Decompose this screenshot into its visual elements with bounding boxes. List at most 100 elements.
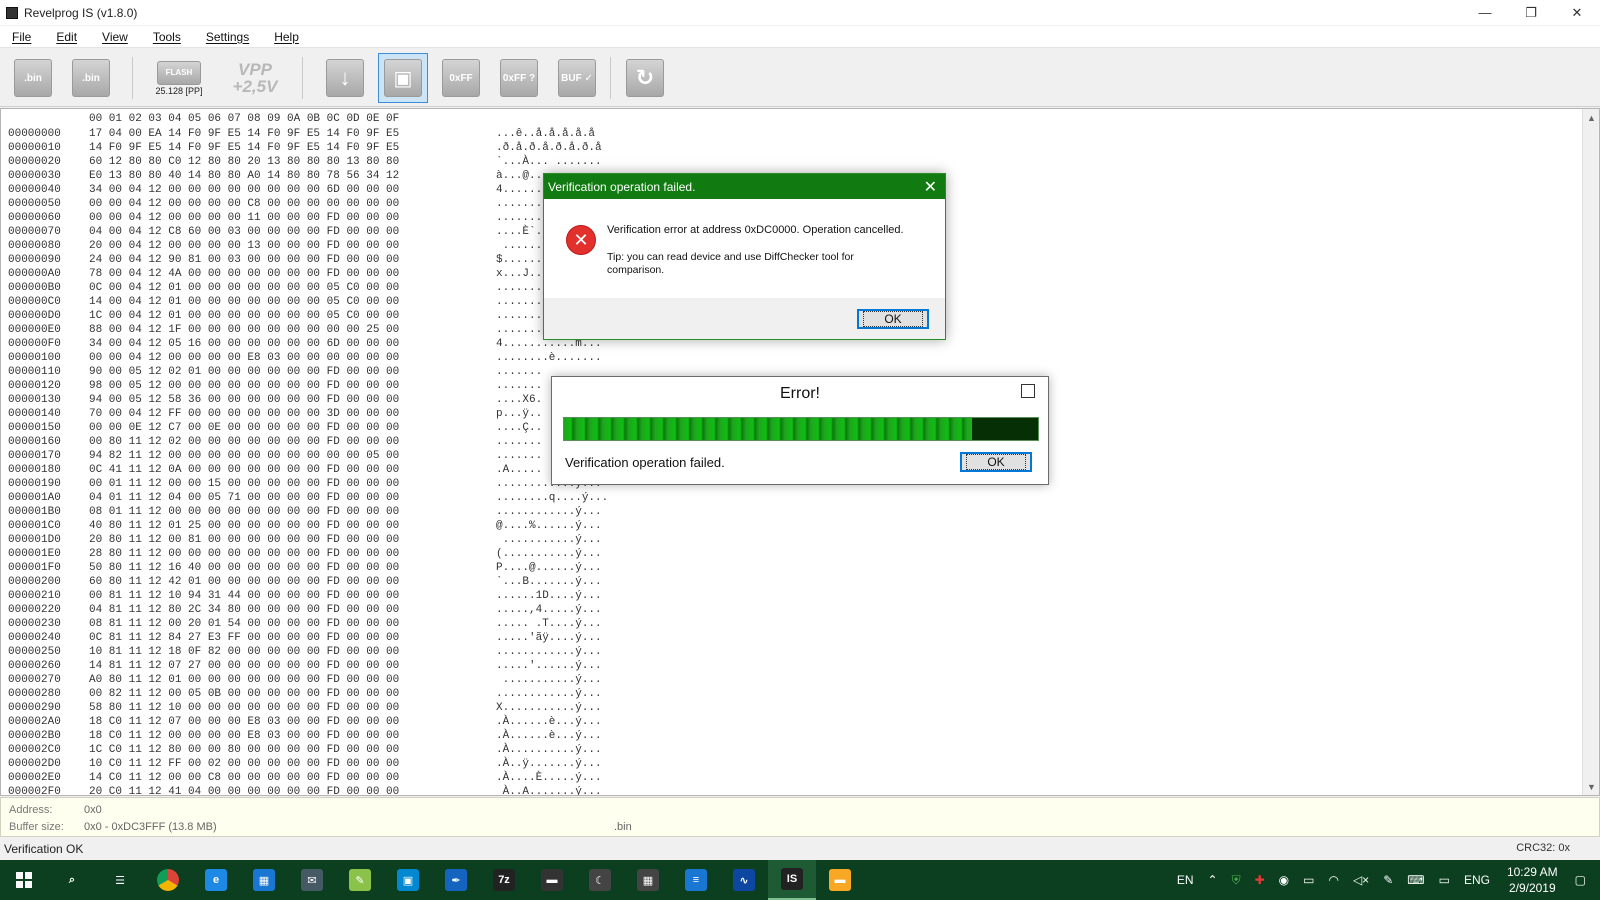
hex-row[interactable]: 00000210 00 81 11 12 10 94 31 44 00 00 00… <box>8 589 636 603</box>
close-on-finish-checkbox[interactable] <box>1021 384 1035 398</box>
write-chip-button[interactable]: ▣ <box>378 53 428 103</box>
hex-row[interactable]: 00000280 00 82 11 12 00 05 0B 00 00 00 00… <box>8 687 636 701</box>
hex-row[interactable]: 000002B0 18 C0 11 12 00 00 00 00 E8 03 00… <box>8 729 636 743</box>
menu-settings[interactable]: Settings <box>202 30 253 44</box>
chip-select-button[interactable]: FLASH 25.128 [PP] <box>148 53 210 103</box>
hex-row[interactable]: 000002A0 18 C0 11 12 07 00 00 00 E8 03 00… <box>8 715 636 729</box>
display-icon[interactable]: ▭ <box>1439 873 1450 887</box>
hex-row[interactable]: 00000220 04 81 11 12 80 2C 34 80 00 00 00… <box>8 603 636 617</box>
notifications-icon[interactable]: ▢ <box>1575 873 1586 887</box>
taskbar-app[interactable] <box>144 860 192 900</box>
error-ok-button[interactable]: OK <box>960 452 1032 472</box>
wifi-icon[interactable]: ◠ <box>1328 873 1338 887</box>
hex-row[interactable]: 000002C0 1C C0 11 12 80 00 00 80 00 00 00… <box>8 743 636 757</box>
hex-row[interactable]: 000001F0 50 80 11 12 16 40 00 00 00 00 00… <box>8 561 636 575</box>
hex-row[interactable]: 00000250 10 81 11 12 18 0F 82 00 00 00 00… <box>8 645 636 659</box>
network-app-icon[interactable]: ◉ <box>1279 873 1289 887</box>
hex-row[interactable]: 00000000 17 04 00 EA 14 F0 9F E5 14 F0 9F… <box>8 127 636 141</box>
start-button[interactable] <box>0 860 48 900</box>
hex-row[interactable]: 00000230 08 81 11 12 00 20 01 54 00 00 00… <box>8 617 636 631</box>
hex-row[interactable]: 000002F0 20 C0 11 12 41 04 00 00 00 00 00… <box>8 785 636 795</box>
menu-edit[interactable]: Edit <box>52 30 81 44</box>
hex-row[interactable]: 00000270 A0 80 11 12 01 00 00 00 00 00 00… <box>8 673 636 687</box>
verify-button[interactable]: BUF ✓ <box>552 53 602 103</box>
hex-row[interactable]: 00000070 04 00 04 12 C8 60 00 03 00 00 00… <box>8 225 636 239</box>
hex-row[interactable]: 000002E0 14 C0 11 12 00 00 C8 00 00 00 00… <box>8 771 636 785</box>
hex-row[interactable]: 000002D0 10 C0 11 12 FF 00 02 00 00 00 00… <box>8 757 636 771</box>
taskbar-app[interactable]: ✉ <box>288 860 336 900</box>
convert-button[interactable]: ↻ <box>620 53 670 103</box>
hex-row[interactable]: 00000040 34 00 04 12 00 00 00 00 00 00 00… <box>8 183 636 197</box>
hex-row[interactable]: 00000240 0C 81 11 12 84 27 E3 FF 00 00 00… <box>8 631 636 645</box>
hex-row[interactable]: 000001A0 04 01 11 12 04 00 05 71 00 00 00… <box>8 491 636 505</box>
hex-row[interactable]: 000000F0 34 00 04 12 05 16 00 00 00 00 00… <box>8 337 636 351</box>
hex-row[interactable]: 000001E0 28 80 11 12 00 00 00 00 00 00 00… <box>8 547 636 561</box>
erase-chip-button[interactable]: 0xFF <box>436 53 486 103</box>
hex-row[interactable]: 000000E0 88 00 04 12 1F 00 00 00 00 00 00… <box>8 323 636 337</box>
hex-row[interactable]: 00000030 E0 13 80 80 40 14 80 80 A0 14 80… <box>8 169 636 183</box>
menu-tools[interactable]: Tools <box>149 30 185 44</box>
hex-row[interactable]: 00000260 14 81 11 12 07 27 00 00 00 00 00… <box>8 659 636 673</box>
battery-icon[interactable]: ▭ <box>1303 873 1314 887</box>
hex-row[interactable]: 00000090 24 00 04 12 90 81 00 03 00 00 00… <box>8 253 636 267</box>
speaker-muted-icon[interactable]: ◁× <box>1353 873 1369 887</box>
save-file-button[interactable]: .bin <box>66 53 116 103</box>
clock[interactable]: 10:29 AM 2/9/2019 <box>1507 864 1558 896</box>
taskbar-app[interactable]: IS <box>768 860 816 900</box>
open-file-button[interactable]: .bin <box>8 53 58 103</box>
taskbar-app[interactable]: ☾ <box>576 860 624 900</box>
taskbar-app[interactable]: ✒ <box>432 860 480 900</box>
hex-row[interactable]: 00000080 20 00 04 12 00 00 00 00 13 00 00… <box>8 239 636 253</box>
hex-row[interactable]: 00000050 00 00 04 12 00 00 00 00 C8 00 00… <box>8 197 636 211</box>
tray-chevron-icon[interactable]: ⌃ <box>1208 873 1218 887</box>
taskbar-app[interactable]: ∿ <box>720 860 768 900</box>
shield-icon[interactable]: ⛨ <box>1232 873 1241 888</box>
hex-row[interactable]: 00000100 00 00 04 12 00 00 00 00 E8 03 00… <box>8 351 636 365</box>
hex-row[interactable]: 00000150 00 00 0E 12 C7 00 0E 00 00 00 00… <box>8 421 636 435</box>
restore-button[interactable]: ❐ <box>1508 0 1554 25</box>
lang-indicator[interactable]: ENG <box>1464 873 1490 887</box>
hex-row[interactable]: 00000140 70 00 04 12 FF 00 00 00 00 00 00… <box>8 407 636 421</box>
hex-row[interactable]: 00000200 60 80 11 12 42 01 00 00 00 00 00… <box>8 575 636 589</box>
taskbar-app[interactable]: 7z <box>480 860 528 900</box>
vpp-voltage-button[interactable]: VPP +2,5V <box>222 53 288 103</box>
taskbar-app[interactable]: ▬ <box>528 860 576 900</box>
hex-row[interactable]: 00000290 58 80 11 12 10 00 00 00 00 00 00… <box>8 701 636 715</box>
lang-short[interactable]: EN <box>1177 873 1194 887</box>
hex-row[interactable]: 000000C0 14 00 04 12 01 00 00 00 00 00 00… <box>8 295 636 309</box>
minimize-button[interactable]: — <box>1462 0 1508 25</box>
taskbar-app[interactable]: ▬ <box>816 860 864 900</box>
hex-row[interactable]: 000001D0 20 80 11 12 00 81 00 00 00 00 00… <box>8 533 636 547</box>
taskbar-app[interactable]: e <box>192 860 240 900</box>
hex-row[interactable]: 00000130 94 00 05 12 58 36 00 00 00 00 00… <box>8 393 636 407</box>
dialog-ok-button[interactable]: OK <box>857 309 929 329</box>
menu-help[interactable]: Help <box>270 30 303 44</box>
hex-row[interactable]: 00000110 90 00 05 12 02 01 00 00 00 00 00… <box>8 365 636 379</box>
read-chip-button[interactable]: ↓ <box>320 53 370 103</box>
hex-row[interactable]: 00000120 98 00 05 12 00 00 00 00 00 00 00… <box>8 379 636 393</box>
menu-view[interactable]: View <box>98 30 132 44</box>
vertical-scrollbar[interactable]: ▲ ▼ <box>1582 109 1599 795</box>
hex-row[interactable]: 00000020 60 12 80 80 C0 12 80 80 20 13 80… <box>8 155 636 169</box>
blank-check-button[interactable]: 0xFF ? <box>494 53 544 103</box>
scroll-down-icon[interactable]: ▼ <box>1583 778 1599 795</box>
taskbar-app[interactable]: ☰ <box>96 860 144 900</box>
hex-row[interactable]: 00000010 14 F0 9F E5 14 F0 9F E5 14 F0 9F… <box>8 141 636 155</box>
keyboard-icon[interactable]: ⌨ <box>1407 873 1424 887</box>
hex-row[interactable]: 000001B0 08 01 11 12 00 00 00 00 00 00 00… <box>8 505 636 519</box>
hex-row[interactable]: 00000170 94 82 11 12 00 00 00 00 00 00 00… <box>8 449 636 463</box>
hex-row[interactable]: 000001C0 40 80 11 12 01 25 00 00 00 00 00… <box>8 519 636 533</box>
hex-row[interactable]: 000000A0 78 00 04 12 4A 00 00 00 00 00 00… <box>8 267 636 281</box>
taskbar-app[interactable]: ▦ <box>240 860 288 900</box>
taskbar-app[interactable]: ✎ <box>336 860 384 900</box>
taskbar-app[interactable]: ≡ <box>672 860 720 900</box>
pen-workspace-icon[interactable]: ✎ <box>1383 873 1393 887</box>
taskbar-app[interactable]: ▦ <box>624 860 672 900</box>
scroll-up-icon[interactable]: ▲ <box>1583 109 1599 126</box>
hex-row[interactable]: 00000190 00 01 11 12 00 00 15 00 00 00 00… <box>8 477 636 491</box>
taskbar-app[interactable]: ▣ <box>384 860 432 900</box>
hex-row[interactable]: 000000D0 1C 00 04 12 01 00 00 00 00 00 00… <box>8 309 636 323</box>
hex-row[interactable]: 00000060 00 00 04 12 00 00 00 00 11 00 00… <box>8 211 636 225</box>
hex-row[interactable]: 000000B0 0C 00 04 12 01 00 00 00 00 00 00… <box>8 281 636 295</box>
hex-row[interactable]: 00000180 0C 41 11 12 0A 00 00 00 00 00 00… <box>8 463 636 477</box>
